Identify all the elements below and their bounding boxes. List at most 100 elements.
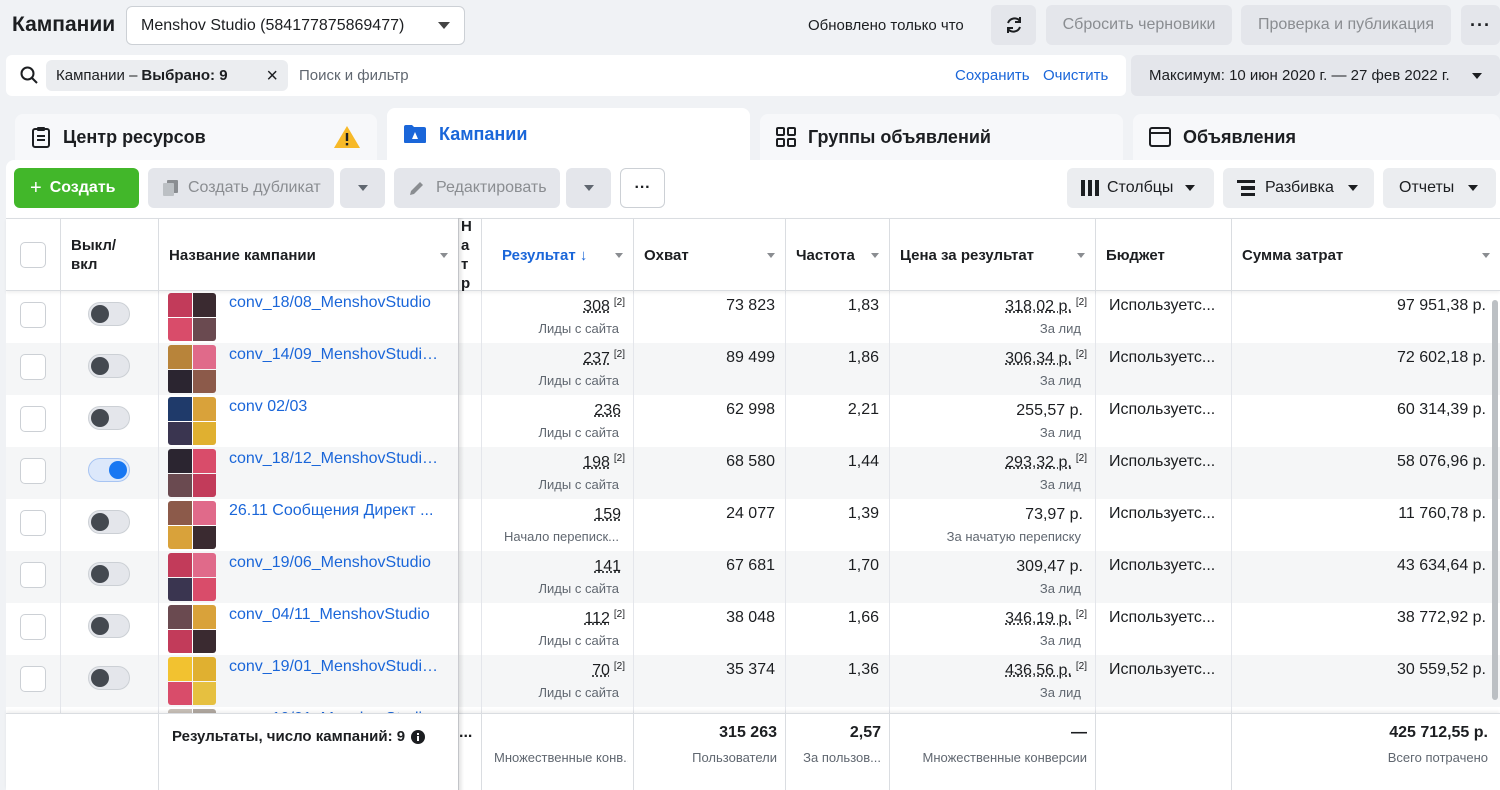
header-reach[interactable]: Охват <box>634 219 786 291</box>
ad-thumbnails <box>168 449 216 497</box>
thumbnail <box>168 474 192 498</box>
breakdown-label: Разбивка <box>1265 179 1334 197</box>
campaign-name-link[interactable]: conv_04/11_MenshovStudio <box>229 606 441 624</box>
thumbnail <box>168 605 192 629</box>
sort-caret-icon <box>767 253 775 258</box>
header-frequency[interactable]: Частота <box>786 219 890 291</box>
more-options-button[interactable]: ··· <box>1461 5 1500 45</box>
row-checkbox[interactable] <box>20 614 46 640</box>
chevron-down-icon <box>438 22 450 29</box>
row-checkbox[interactable] <box>20 510 46 536</box>
toggle-cell <box>61 291 159 343</box>
table-row[interactable]: conv_19/06_MenshovStudio 141 Лиды с сайта 6… <box>6 551 1500 603</box>
campaign-name-link[interactable]: conv_14/09_MenshovStudio... <box>229 346 441 364</box>
row-checkbox[interactable] <box>20 354 46 380</box>
clear-filter-link[interactable]: Очистить <box>1043 67 1108 84</box>
header-campaign-name[interactable]: Название кампании <box>159 219 459 291</box>
tab-campaigns[interactable]: Кампании <box>387 108 750 160</box>
result-type: Лиды с сайта <box>539 425 619 440</box>
campaign-name-link[interactable]: conv_18/12_MenshovStudio... <box>229 450 441 468</box>
campaign-name-link[interactable]: 26.11 Сообщения Директ ... <box>229 502 441 520</box>
save-filter-link[interactable]: Сохранить <box>955 67 1030 84</box>
campaign-toggle[interactable] <box>88 458 130 482</box>
page-title: Кампании <box>12 13 115 37</box>
reach-value: 68 580 <box>726 453 775 471</box>
thumbnail <box>193 397 217 421</box>
reports-button[interactable]: Отчеты <box>1383 168 1496 208</box>
tab-ad-sets[interactable]: Группы объявлений <box>760 114 1123 160</box>
toggle-cell <box>61 343 159 395</box>
duplicate-dropdown-button[interactable] <box>340 168 385 208</box>
row-checkbox[interactable] <box>20 562 46 588</box>
campaign-toggle[interactable] <box>88 302 130 326</box>
chevron-down-icon <box>584 185 594 191</box>
tab-ads[interactable]: Объявления <box>1133 114 1500 160</box>
duplicate-label: Создать дубликат <box>188 179 321 197</box>
vertical-scrollbar[interactable] <box>1492 300 1498 700</box>
campaign-toggle[interactable] <box>88 406 130 430</box>
campaign-name-link[interactable]: conv_19/01_MenshovStudio... <box>229 658 441 676</box>
header-budget[interactable]: Бюджет <box>1096 219 1232 291</box>
campaign-toggle[interactable] <box>88 562 130 586</box>
table-row[interactable]: 26.11 Сообщения Директ ... 159 Начало пере… <box>6 499 1500 551</box>
toggle-cell <box>61 551 159 603</box>
filter-chip[interactable]: Кампании – Выбрано: 9 × <box>46 60 288 91</box>
discard-drafts-button[interactable]: Сбросить черновики <box>1046 5 1232 45</box>
header-result[interactable]: Результат ↓ <box>482 219 634 291</box>
search-input[interactable]: Поиск и фильтр <box>299 67 409 84</box>
campaign-toggle[interactable] <box>88 614 130 638</box>
amount-spent-value: 30 559,52 р. <box>1397 661 1486 679</box>
select-all-checkbox[interactable] <box>20 242 46 268</box>
result-value: 112 [2] <box>584 609 625 628</box>
toggle-cell <box>61 447 159 499</box>
row-checkbox[interactable] <box>20 406 46 432</box>
cost-per-result-cell: 436,56 р. [2] За лид <box>890 655 1096 707</box>
breakdown-button[interactable]: Разбивка <box>1223 168 1374 208</box>
select-cell <box>6 343 61 395</box>
cost-per-result-cell: 255,57 р. За лид <box>890 395 1096 447</box>
header-toggle[interactable]: Выкл/вкл <box>61 219 159 291</box>
row-checkbox[interactable] <box>20 458 46 484</box>
frequency-value: 1,70 <box>848 557 879 575</box>
account-selector[interactable]: Menshov Studio (584177875869477) <box>126 6 465 45</box>
table-row[interactable]: conv 02/03 236 Лиды с сайта 62 998 2,21 255,5… <box>6 395 1500 447</box>
frequency-value: 1,44 <box>848 453 879 471</box>
review-publish-button[interactable]: Проверка и публикация <box>1241 5 1451 45</box>
result-cell: 112 [2] Лиды с сайта <box>482 603 634 655</box>
row-checkbox[interactable] <box>20 666 46 692</box>
cpr-type: За лид <box>1040 373 1081 388</box>
campaign-toggle[interactable] <box>88 510 130 534</box>
duplicate-button[interactable]: Создать дубликат <box>148 168 334 208</box>
reports-label: Отчеты <box>1399 179 1454 197</box>
header-amount-spent[interactable]: Сумма затрат <box>1232 219 1500 291</box>
table-row[interactable]: conv_14/09_MenshovStudio... 237 [2] Лиды с … <box>6 343 1500 395</box>
table-row[interactable]: conv_18/08_MenshovStudio 308 [2] Лиды с сай… <box>6 291 1500 343</box>
header-label: Сумма затрат <box>1242 247 1343 264</box>
edit-dropdown-button[interactable] <box>566 168 611 208</box>
result-value: 237 [2] <box>583 349 625 368</box>
cpr-value: 255,57 р. <box>1016 401 1087 420</box>
cpr-value: 436,56 р. [2] <box>1005 661 1087 680</box>
campaign-name-link[interactable]: conv_19/06_MenshovStudio <box>229 554 441 572</box>
campaign-name-link[interactable]: conv_18/08_MenshovStudio <box>229 294 441 312</box>
info-icon[interactable] <box>411 730 425 744</box>
campaign-toggle[interactable] <box>88 354 130 378</box>
campaign-toggle[interactable] <box>88 666 130 690</box>
table-row[interactable]: conv_04/11_MenshovStudio 112 [2] Лиды с сай… <box>6 603 1500 655</box>
table-row[interactable]: conv_18/12_MenshovStudio... 198 [2] Лиды с … <box>6 447 1500 499</box>
tab-resource-center[interactable]: Центр ресурсов <box>15 114 377 160</box>
filter-chip-value: Выбрано: 9 <box>141 67 227 84</box>
create-button[interactable]: + Создать <box>14 168 139 208</box>
columns-button[interactable]: Столбцы <box>1067 168 1214 208</box>
toolbar-more-button[interactable]: ··· <box>620 168 665 208</box>
close-icon[interactable]: × <box>266 66 278 86</box>
footer-freq-sub: За пользов... <box>789 750 881 765</box>
table-row[interactable]: conv_19/01_MenshovStudio... 70 [2] Лиды с с… <box>6 655 1500 707</box>
cpr-number: 73,97 р. <box>1025 506 1083 523</box>
campaign-name-link[interactable]: conv 02/03 <box>229 398 441 416</box>
edit-button[interactable]: Редактировать <box>394 168 560 208</box>
date-range-picker[interactable]: Максимум: 10 июн 2020 г. — 27 фев 2022 г… <box>1131 55 1500 96</box>
refresh-button[interactable] <box>991 5 1036 45</box>
row-checkbox[interactable] <box>20 302 46 328</box>
header-cost-per-result[interactable]: Цена за результат <box>890 219 1096 291</box>
